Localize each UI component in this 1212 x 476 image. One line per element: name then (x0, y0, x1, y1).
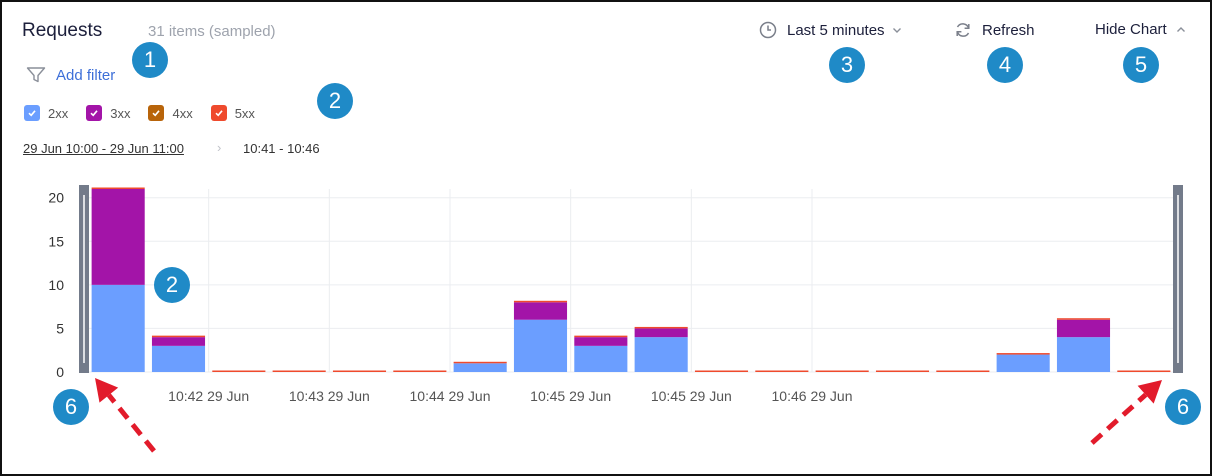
x-tick-label: 10:46 29 Jun (772, 388, 853, 404)
x-tick-label: 10:45 29 Jun (651, 388, 732, 404)
bar-segment-3xx[interactable] (574, 337, 628, 346)
annotation-badge-1: 1 (132, 42, 168, 78)
bar-top-5xx-marker (574, 335, 628, 338)
bar-top-5xx-marker (1056, 318, 1111, 320)
bar-top-5xx-marker (272, 370, 326, 372)
bar-top-5xx-marker (453, 361, 507, 364)
y-tick-label: 20 (48, 190, 64, 206)
y-tick-label: 0 (56, 364, 64, 380)
annotation-badge-4: 4 (987, 47, 1023, 83)
annotation-badge-6-left: 6 (53, 389, 89, 425)
bar-top-5xx-marker (332, 370, 387, 372)
bar-segment-2xx[interactable] (996, 354, 1050, 372)
bar-top-5xx-marker (815, 370, 869, 372)
bar-top-5xx-marker (1117, 370, 1171, 372)
annotation-arrow-left (106, 393, 156, 453)
y-tick-label: 10 (48, 277, 64, 293)
requests-panel: Requests 31 items (sampled) Last 5 minut… (0, 0, 1212, 476)
y-tick-label: 5 (56, 320, 64, 336)
requests-chart[interactable]: 05101520 10:42 29 Jun 10:43 29 Jun 10:44 2… (2, 2, 1210, 474)
bar-segment-2xx[interactable] (91, 284, 145, 372)
x-tick-label: 10:42 29 Jun (168, 388, 249, 404)
bar-top-5xx-marker (875, 370, 930, 372)
bar-segment-3xx[interactable] (1056, 319, 1111, 338)
annotation-badge-6-right: 6 (1165, 389, 1201, 425)
bar-segment-2xx[interactable] (453, 363, 507, 372)
bar-top-5xx-marker (996, 353, 1050, 355)
annotation-badge-5: 5 (1123, 47, 1159, 83)
y-tick-label: 15 (48, 233, 64, 249)
bar-segment-3xx[interactable] (513, 302, 568, 320)
x-tick-label: 10:45 29 Jun (530, 388, 611, 404)
bar-segment-2xx[interactable] (513, 319, 568, 372)
bar-top-5xx-marker (936, 370, 990, 372)
bar-top-5xx-marker (694, 370, 749, 372)
annotation-badge-3: 3 (829, 47, 865, 83)
bar-segment-2xx[interactable] (634, 337, 688, 372)
x-tick-label: 10:43 29 Jun (289, 388, 370, 404)
bar-top-5xx-marker (151, 335, 206, 338)
bar-segment-2xx[interactable] (574, 345, 628, 372)
bar-segment-3xx[interactable] (151, 337, 206, 346)
bar-segment-3xx[interactable] (634, 328, 688, 338)
annotation-badge-2: 2 (317, 83, 353, 119)
bar-segment-3xx[interactable] (91, 189, 145, 285)
bar-top-5xx-marker (393, 370, 447, 372)
annotation-badge-2-chart: 2 (154, 267, 190, 303)
bar-top-5xx-marker (513, 300, 568, 303)
bar-segment-2xx[interactable] (1056, 337, 1111, 372)
bar-top-5xx-marker (91, 187, 145, 189)
bar-top-5xx-marker (634, 326, 688, 329)
bar-segment-2xx[interactable] (151, 345, 206, 372)
bar-top-5xx-marker (212, 370, 266, 372)
annotation-arrow-right (1090, 392, 1148, 445)
bar-top-5xx-marker (755, 370, 809, 372)
x-tick-label: 10:44 29 Jun (410, 388, 491, 404)
